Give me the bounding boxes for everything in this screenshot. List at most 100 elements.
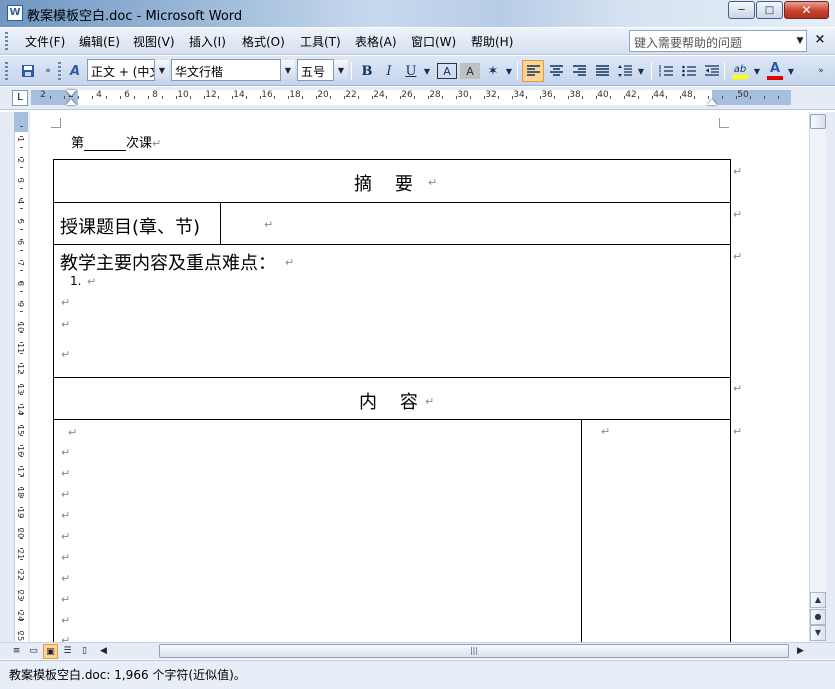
right-indent-marker[interactable] [707,99,717,105]
menu-tools[interactable]: 工具(T) [300,33,341,50]
horizontal-scroll-thumb[interactable]: ||| [159,644,789,658]
menubar-grip[interactable] [5,32,8,50]
select-browse-object-icon[interactable]: ● [810,609,826,625]
list-marker[interactable]: 1. [70,274,81,288]
align-center-icon [549,65,563,76]
chevron-down-icon[interactable]: ▼ [751,60,763,82]
ruler-tick [92,96,93,99]
main-content-label[interactable]: 教学主要内容及重点难点： [60,249,276,275]
help-search-input[interactable]: 键入需要帮助的问题 [629,30,807,52]
ruler-label: 30 [457,90,469,100]
scroll-left-icon[interactable]: ◀ [96,644,111,659]
topic-label[interactable]: 授课题目(章、节) [60,213,200,239]
toolbar-options-icon[interactable]: » [42,60,54,82]
vertical-ruler-tick [20,187,23,189]
reading-layout-view-icon[interactable]: ▯ [77,644,92,659]
normal-view-icon[interactable]: ≡ [9,644,24,659]
menu-file[interactable]: 文件(F) [25,33,65,50]
tab-selector[interactable]: L [12,90,28,106]
close-button[interactable]: ✕ [784,1,829,19]
vertical-ruler-tick [20,290,23,292]
highlight-color-swatch [732,74,748,79]
lesson-number-line[interactable]: 第 次课↵ [71,132,161,151]
chevron-down-icon[interactable]: ▼ [635,60,647,82]
minimize-button[interactable]: ─ [728,1,755,19]
chevron-down-icon[interactable]: ▼ [785,60,797,82]
align-right-button[interactable] [569,60,589,82]
vertical-ruler-label: 2 [16,157,25,163]
next-page-icon[interactable]: ▼ [810,625,826,641]
save-button[interactable] [18,60,38,82]
chevron-down-icon[interactable]: ▼ [281,60,295,80]
style-combo[interactable]: 正文 + (中文 [87,59,155,81]
bullets-icon[interactable] [679,60,699,82]
paragraph-mark: ↵ [87,275,97,288]
underline-button[interactable]: U [401,60,421,82]
close-document-button[interactable]: × [812,32,828,48]
toolbar-grip[interactable] [5,62,8,80]
menu-view[interactable]: 视图(V) [133,33,175,50]
previous-page-icon[interactable]: ▲ [810,592,826,608]
justify-button[interactable] [592,60,612,82]
styles-pane-icon[interactable]: A [65,60,85,82]
content-header[interactable]: 内 容 [359,388,418,414]
numbering-icon[interactable] [656,60,676,82]
ruler-tick [260,96,261,99]
chevron-down-icon[interactable]: ▼ [155,60,169,80]
indent-glyph [705,65,719,76]
text-effects-icon[interactable]: ✶ [483,60,503,82]
ruler-tick [106,96,107,99]
outline-view-icon[interactable]: ☰ [60,644,75,659]
formatting-toolbar: » A 正文 + (中文 ▼ 华文行楷 ▼ 五号 ▼ B I U ▼ A A ✶… [0,56,835,86]
vertical-scrollbar[interactable]: ▲ ● ▼ [809,112,826,642]
hanging-indent-marker[interactable] [66,99,76,105]
bold-button[interactable]: B [357,60,377,82]
scroll-right-icon[interactable]: ▶ [793,644,808,659]
web-layout-view-icon[interactable]: ▭ [26,644,41,659]
ruler-label: 24 [373,90,385,100]
menu-format[interactable]: 格式(O) [242,33,285,50]
highlight-button[interactable]: ab [729,60,751,82]
ruler-label: 36 [541,90,553,100]
horizontal-ruler[interactable]: L 2 2 4 6 8 10 12 14 16 18 20 22 24 26 28 30 32 34 36 38 40 4… [0,87,835,110]
vertical-ruler-tick [20,404,23,406]
first-line-indent-marker[interactable] [66,90,76,96]
align-left-button[interactable] [522,60,544,82]
row-end-mark: ↵ [733,425,743,438]
vertical-ruler[interactable]: 1 2 3 4 5 6 7 8 9 10 11 12 13 14 15 16 17 18 19 20 21 22 23 24 2… [12,112,30,642]
menu-insert[interactable]: 插入(I) [189,33,226,50]
word-doc-icon[interactable]: W [7,5,23,21]
lesson-suffix: 次课 [126,136,153,151]
chevron-down-icon[interactable]: ▼ [503,60,515,82]
font-color-button[interactable]: A [765,60,785,82]
print-layout-view-icon[interactable]: ▣ [43,644,58,659]
italic-button[interactable]: I [379,60,399,82]
font-combo[interactable]: 华文行楷 [171,59,281,81]
line-spacing-icon[interactable] [615,60,635,82]
character-shading-button[interactable]: A [460,63,480,79]
menu-window[interactable]: 窗口(W) [411,33,456,50]
vertical-scroll-thumb[interactable] [810,114,826,129]
align-center-button[interactable] [546,60,566,82]
chevron-down-icon[interactable]: ▼ [793,31,807,51]
vertical-ruler-tick [20,259,23,261]
ruler-tick [750,96,751,99]
menu-edit[interactable]: 编辑(E) [79,33,120,50]
summary-header[interactable]: 摘 要 [354,170,413,196]
ruler-tick [162,96,163,99]
toolbar-grip-2[interactable] [58,62,61,80]
ruler-label: 50 [737,90,749,100]
chevron-down-icon[interactable]: ▼ [421,60,433,82]
lesson-number-blank[interactable] [84,139,127,151]
menu-table[interactable]: 表格(A) [355,33,397,50]
decrease-indent-icon[interactable] [702,60,722,82]
paragraph-mark: ↵ [61,467,71,480]
chevron-down-icon[interactable]: ▼ [334,60,348,80]
paragraph-mark: ↵ [61,296,71,309]
character-border-button[interactable]: A [437,63,457,79]
vertical-ruler-tick [20,579,23,581]
maximize-button[interactable]: □ [756,1,783,19]
toolbar-options-icon[interactable]: » [815,60,827,82]
font-size-combo[interactable]: 五号 [297,59,334,81]
menu-help[interactable]: 帮助(H) [471,33,513,50]
